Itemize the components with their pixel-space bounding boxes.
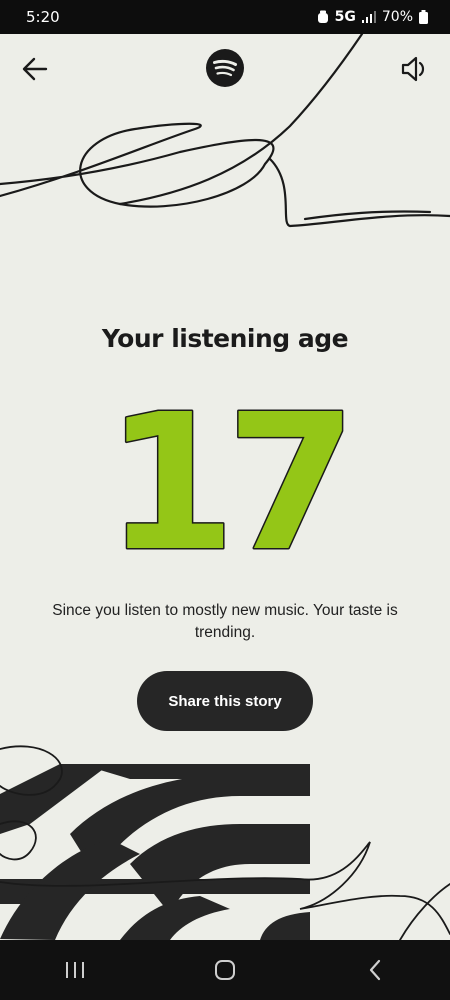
sound-toggle-button[interactable] bbox=[394, 48, 436, 90]
home-button[interactable] bbox=[195, 940, 255, 1000]
system-back-button[interactable] bbox=[345, 940, 405, 1000]
status-bar: 5:20 5G 70% bbox=[0, 0, 450, 34]
battery-icon bbox=[419, 10, 428, 24]
scribble-line-bottom bbox=[0, 745, 450, 935]
share-story-button[interactable]: Share this story bbox=[137, 671, 313, 731]
story-title: Your listening age bbox=[101, 324, 349, 353]
scribble-line-corner bbox=[399, 883, 450, 940]
battery-percent: 70% bbox=[381, 9, 413, 25]
checker-stripes bbox=[0, 764, 310, 940]
listening-age-number: 17 bbox=[104, 390, 359, 560]
recents-icon bbox=[66, 962, 84, 978]
alarm-icon bbox=[317, 10, 328, 23]
back-arrow-icon bbox=[22, 57, 48, 81]
home-icon bbox=[215, 960, 235, 980]
navigation-bar bbox=[0, 940, 450, 1000]
network-label: 5G bbox=[334, 9, 356, 25]
story-card: Your listening age 17 Since you listen t… bbox=[0, 34, 450, 940]
signal-icon bbox=[361, 11, 376, 23]
story-caption: Since you listen to mostly new music. Yo… bbox=[52, 602, 398, 641]
spotify-logo bbox=[206, 49, 244, 87]
scribble-line-top bbox=[0, 122, 275, 208]
back-button[interactable] bbox=[14, 48, 56, 90]
recents-button[interactable] bbox=[45, 940, 105, 1000]
status-time: 5:20 bbox=[26, 8, 60, 26]
speaker-icon bbox=[401, 56, 425, 82]
status-icons: 5G 70% bbox=[317, 9, 428, 25]
listening-age-value: 17 bbox=[105, 390, 347, 560]
back-icon bbox=[369, 959, 381, 981]
scribble-line-right bbox=[268, 157, 450, 228]
